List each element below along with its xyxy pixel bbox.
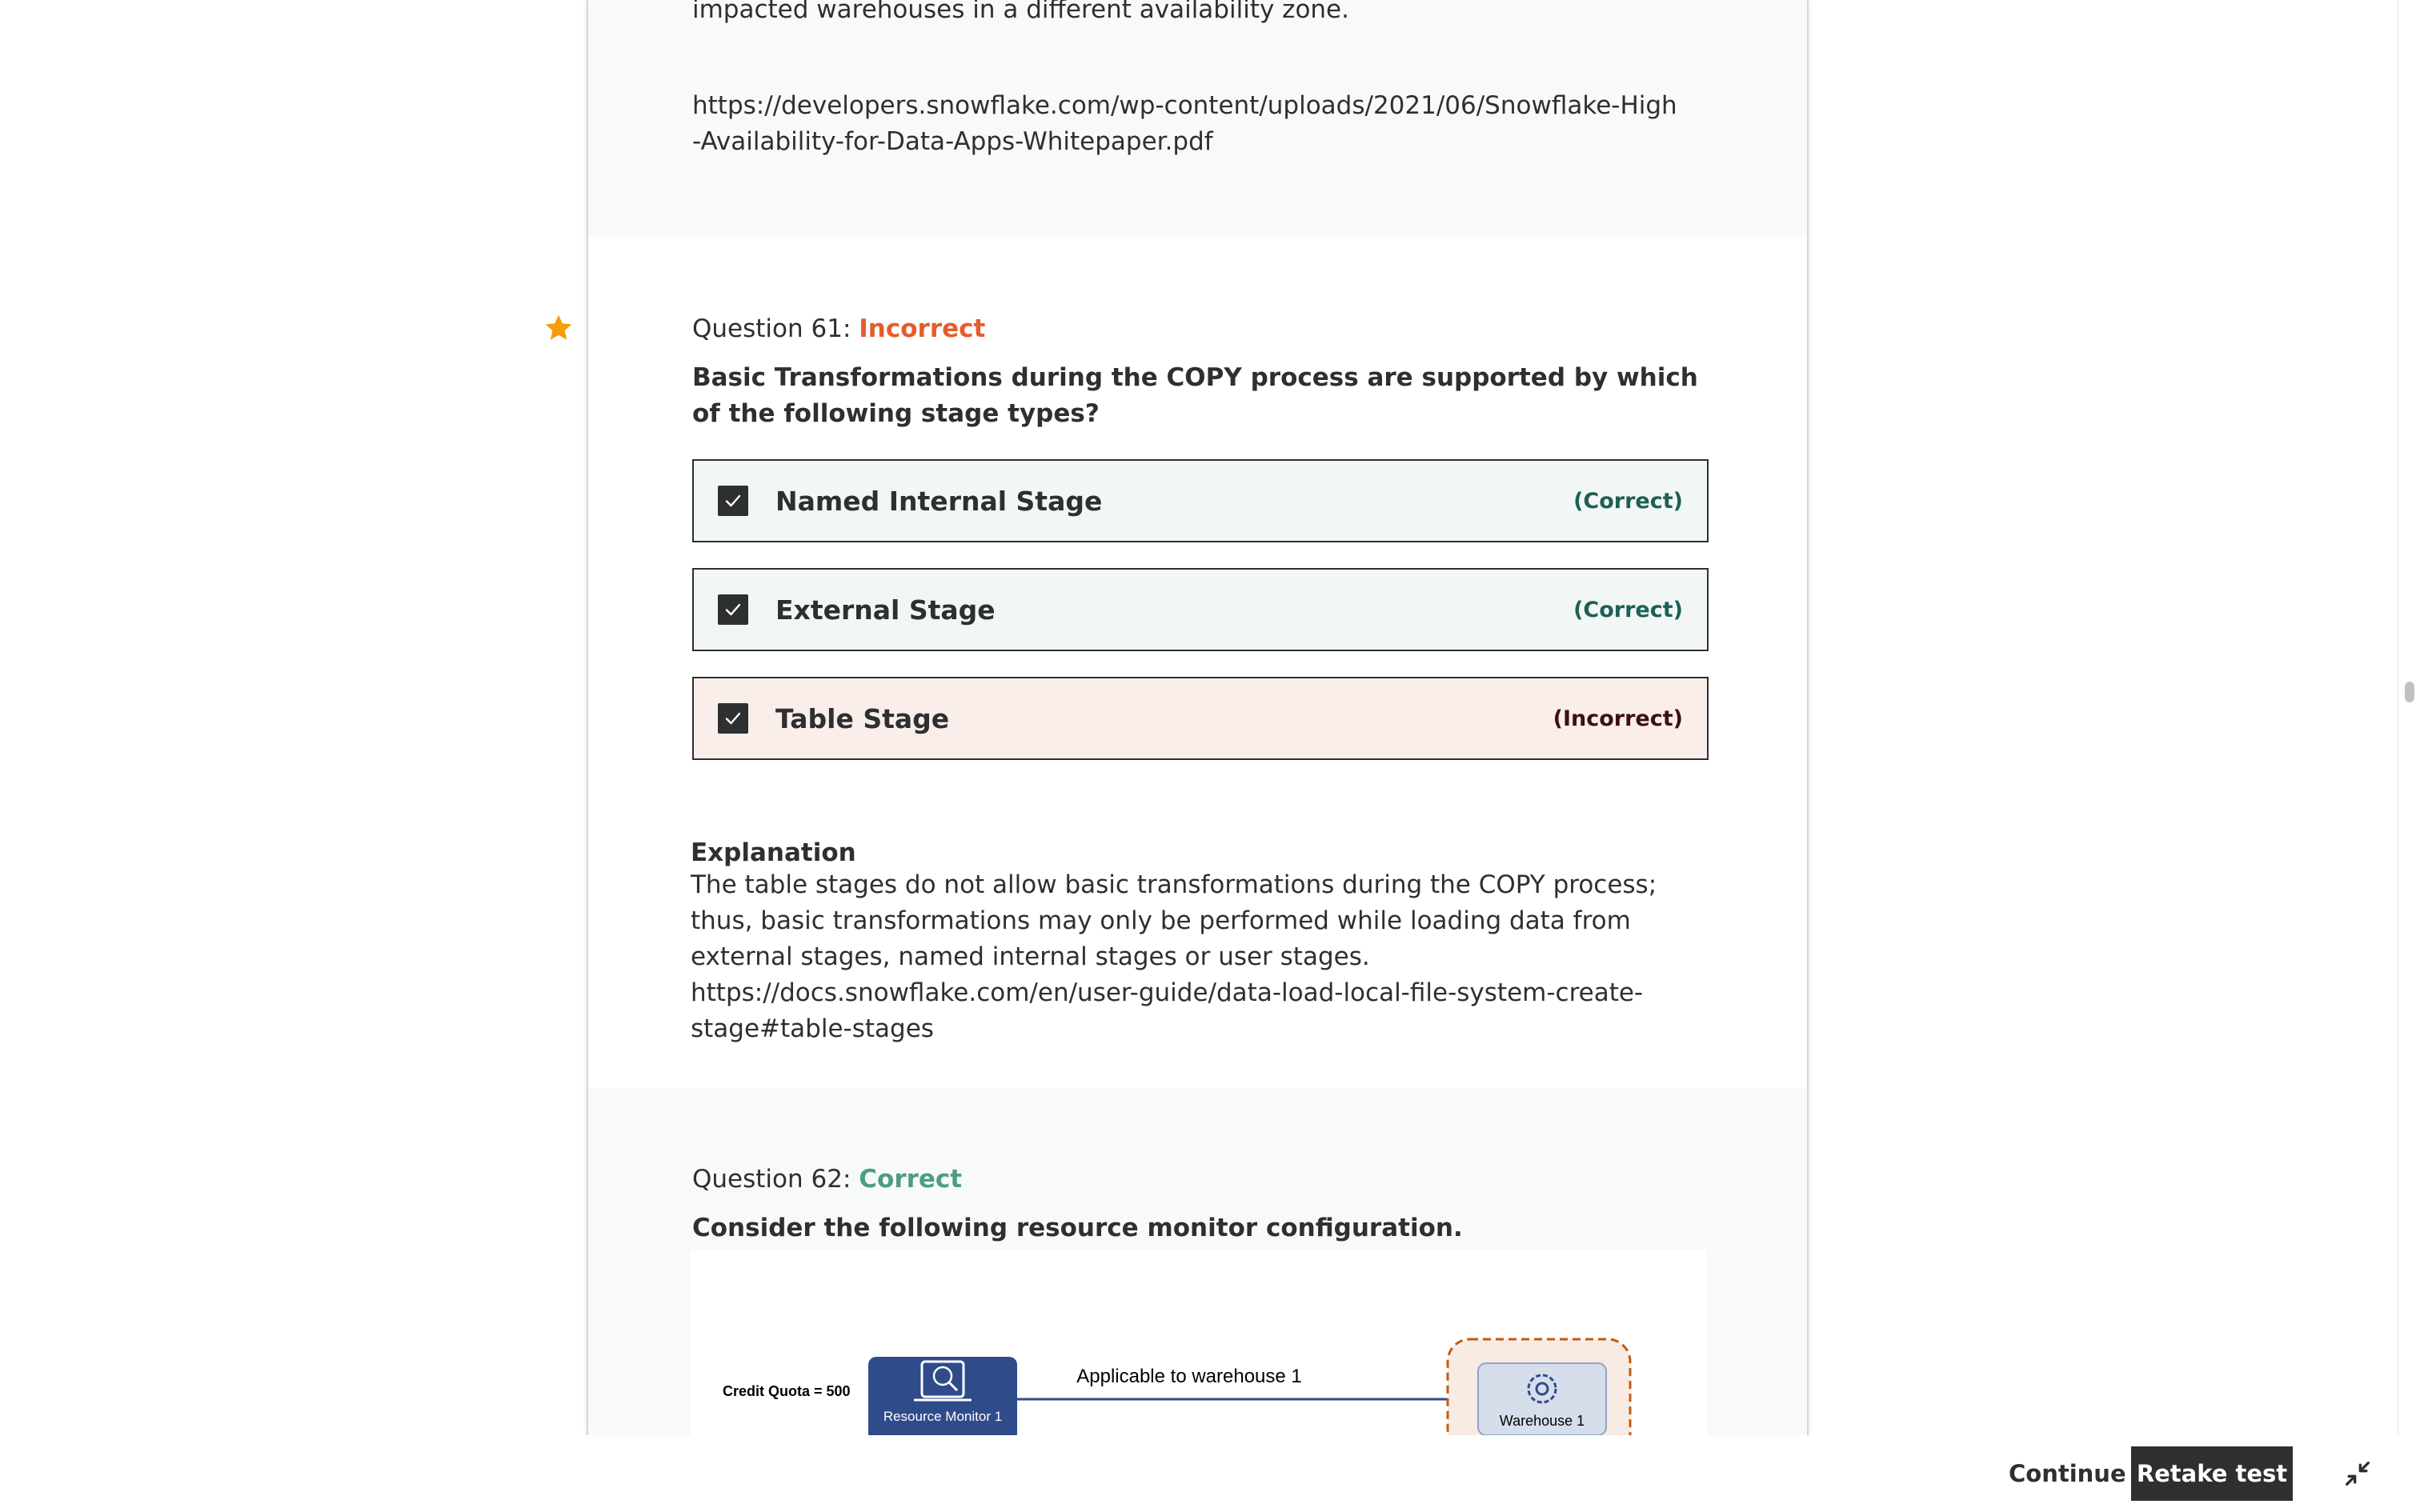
explanation-heading: Explanation	[691, 838, 856, 867]
resource-monitor-label: Resource Monitor 1	[883, 1409, 1002, 1424]
question-61-prompt: Basic Transformations during the COPY pr…	[692, 363, 1698, 428]
resource-monitor-diagram: Credit Quota = 500 Resource Monitor 1 Ap…	[691, 1250, 1707, 1442]
answer-label: Named Internal Stage	[775, 485, 1103, 517]
scrollbar-thumb[interactable]	[2405, 682, 2414, 702]
diagram-canvas: Credit Quota = 500 Resource Monitor 1 Ap…	[723, 1338, 1632, 1442]
retake-test-button[interactable]: Retake test	[2131, 1446, 2293, 1501]
continue-button[interactable]: Continue	[1993, 1446, 2142, 1501]
collapse-icon[interactable]	[2337, 1453, 2378, 1494]
question-61-number: Question 61:	[692, 314, 859, 343]
answer-label: Table Stage	[775, 702, 950, 734]
checkbox-checked-icon	[718, 594, 748, 625]
answer-result: (Correct)	[1573, 488, 1683, 514]
previous-question-section: impacted warehouses in a different avail…	[588, 0, 1807, 237]
question-61-heading: Question 61: Incorrect	[692, 311, 985, 347]
answer-option-table-stage: Table Stage (Incorrect)	[692, 677, 1709, 760]
question-62-status: Correct	[859, 1165, 963, 1194]
star-icon[interactable]	[543, 312, 575, 344]
question-62-heading: Question 62: Correct	[692, 1162, 962, 1198]
answer-label: External Stage	[775, 594, 996, 626]
previous-explanation-tail: impacted warehouses in a different avail…	[692, 0, 1349, 24]
question-62-prompt: Consider the following resource monitor …	[692, 1214, 1463, 1242]
answer-option-named-internal-stage: Named Internal Stage (Correct)	[692, 459, 1709, 542]
answer-result: (Incorrect)	[1553, 706, 1683, 731]
credit-quota-label: Credit Quota = 500	[723, 1383, 851, 1399]
connector-label: Applicable to warehouse 1	[1076, 1366, 1302, 1387]
answer-result: (Correct)	[1573, 597, 1683, 622]
bottom-action-bar: Continue Retake test	[0, 1435, 2420, 1512]
answer-option-external-stage: External Stage (Correct)	[692, 568, 1709, 651]
explanation-text: The table stages do not allow basic tran…	[691, 870, 1657, 1043]
checkbox-checked-icon	[718, 486, 748, 516]
previous-explanation-link: https://developers.snowflake.com/wp-cont…	[692, 91, 1677, 156]
page-scrollbar[interactable]	[2398, 0, 2420, 1435]
question-62-number: Question 62:	[692, 1165, 859, 1194]
checkbox-checked-icon	[718, 703, 748, 734]
question-61-status: Incorrect	[859, 314, 986, 343]
warehouse-label: Warehouse 1	[1500, 1413, 1585, 1429]
page: impacted warehouses in a different avail…	[0, 0, 2420, 1512]
review-content-column: impacted warehouses in a different avail…	[587, 0, 1809, 1435]
